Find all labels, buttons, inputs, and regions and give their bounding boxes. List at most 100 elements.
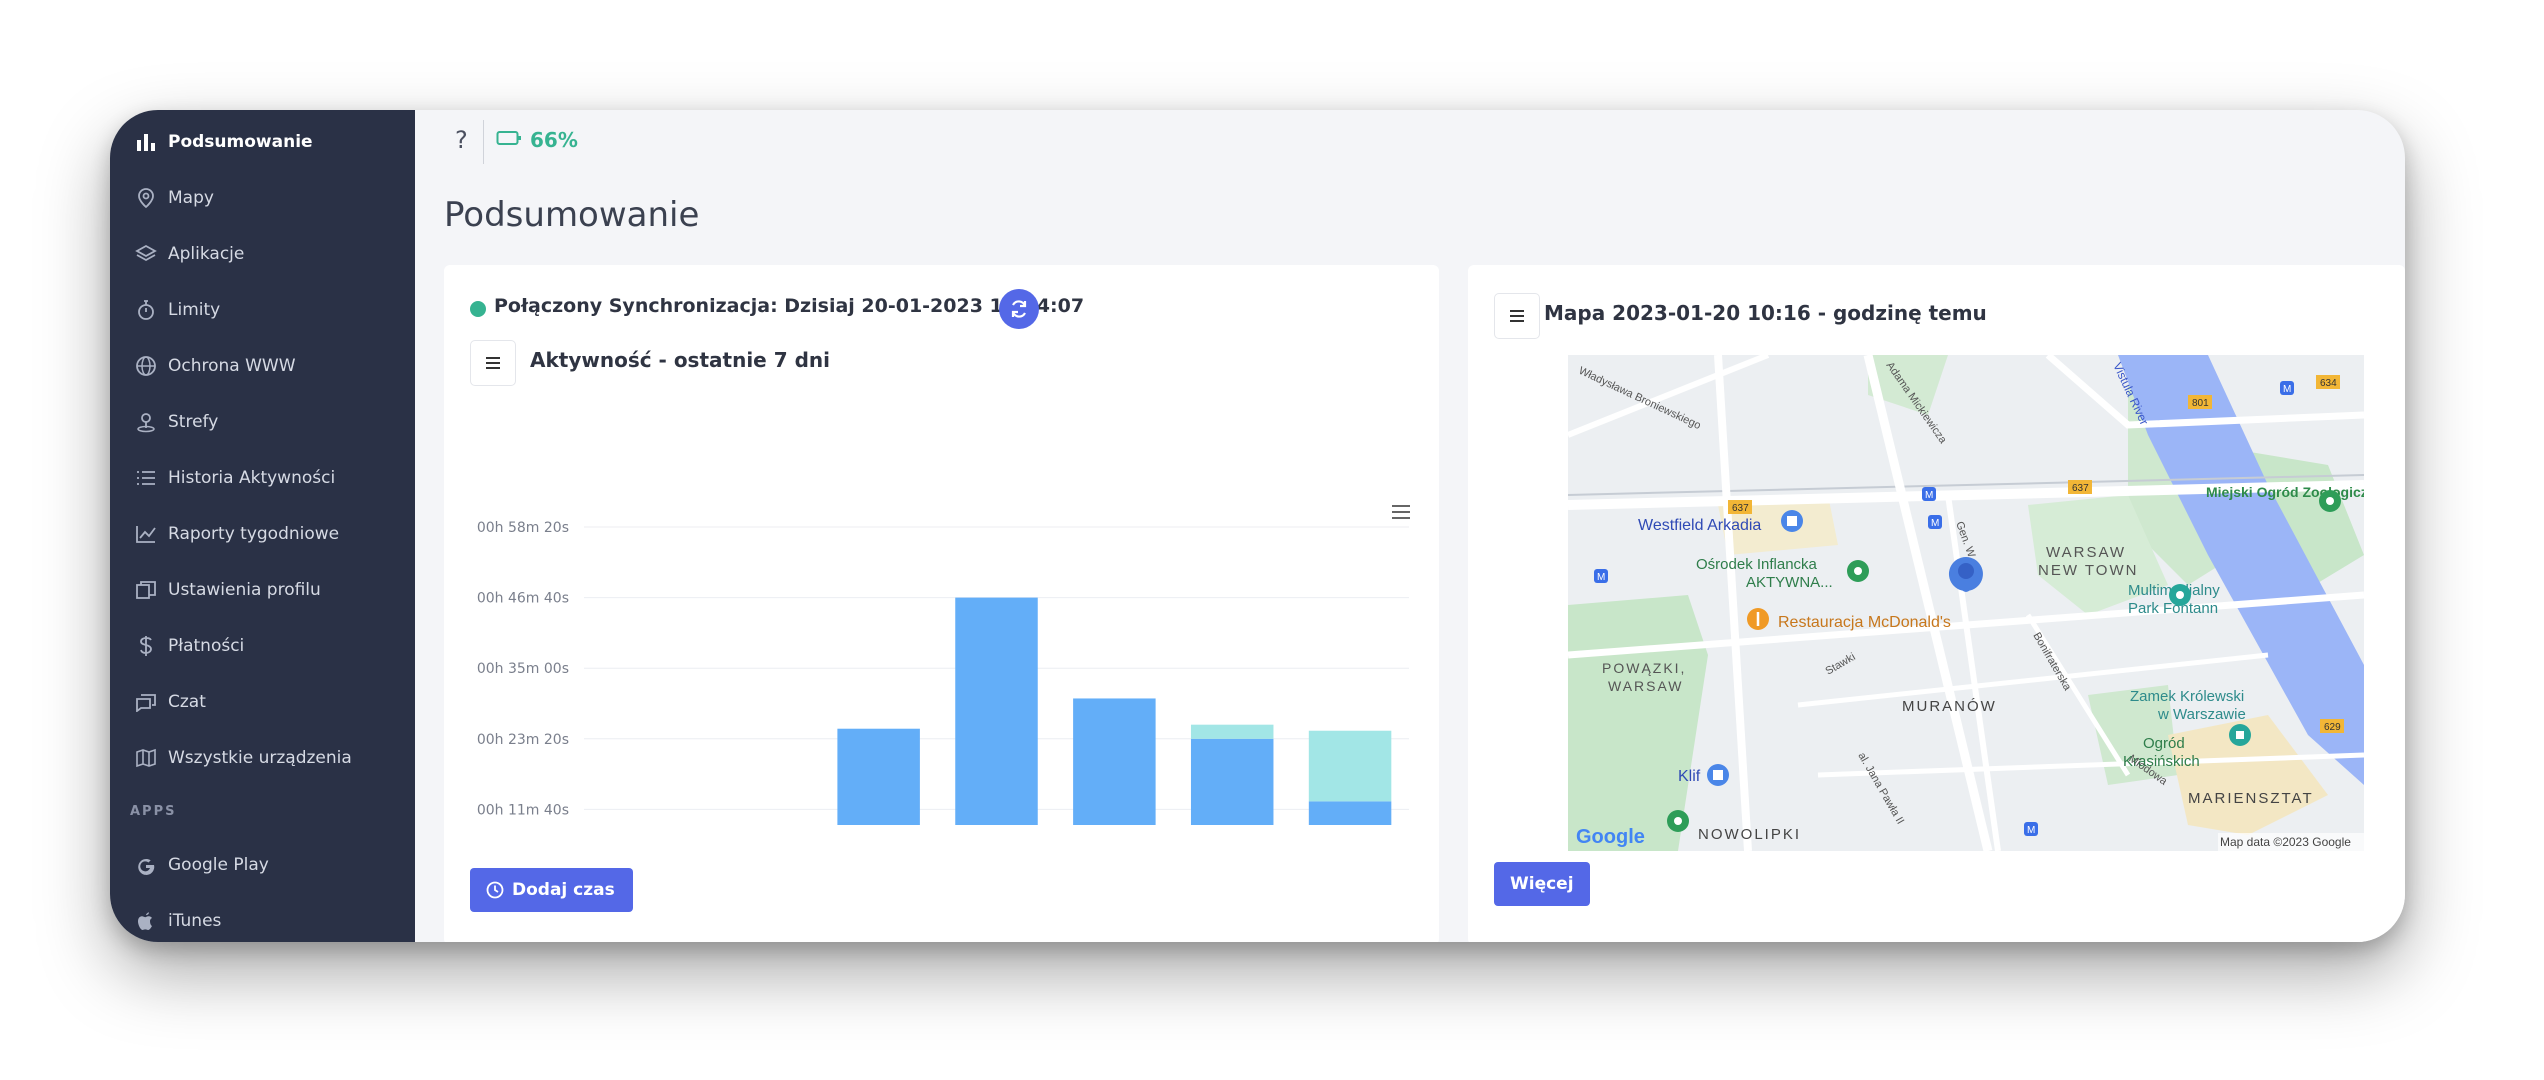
- map-poi-label: AKTYWNA...: [1746, 574, 1833, 591]
- globe-icon: [134, 354, 158, 378]
- metro-station-icon: M: [2280, 381, 2294, 395]
- topbar-divider: [483, 120, 484, 164]
- google-g-icon: [134, 853, 158, 877]
- sidebar-item-limity[interactable]: Limity: [110, 290, 415, 330]
- sidebar-item-label: Google Play: [168, 855, 269, 875]
- map-attribution: Map data ©2023 Google: [2220, 835, 2351, 849]
- sync-status-text: Połączony Synchronizacja: Dzisiaj 20-01-…: [494, 295, 1085, 317]
- help-button[interactable]: ?: [455, 126, 468, 154]
- app-window: Podsumowanie Mapy Aplikacje Limity Ochro…: [110, 110, 2405, 942]
- sidebar-item-strefy[interactable]: Strefy: [110, 402, 415, 442]
- zone-pin-icon: [134, 410, 158, 434]
- svg-text:M: M: [1925, 490, 1933, 501]
- location-pin-icon: [134, 186, 158, 210]
- road-shield: 634: [2316, 375, 2340, 389]
- map-poi-label: Restauracja McDonald's: [1778, 614, 1951, 631]
- map-district-label: NEW TOWN: [2038, 562, 2138, 579]
- landmark-pin-icon: [2229, 724, 2251, 746]
- svg-text:637: 637: [2072, 483, 2089, 494]
- chat-icon: [134, 690, 158, 714]
- chart-export-menu[interactable]: [1392, 505, 1410, 519]
- line-chart-icon: [134, 522, 158, 546]
- map-menu-button[interactable]: [1494, 293, 1540, 339]
- map-view[interactable]: Władysława Broniewskiego Adama Mickiewic…: [1568, 355, 2364, 851]
- map-poi-label: Ogród: [2143, 735, 2185, 752]
- sidebar-item-czat[interactable]: Czat: [110, 682, 415, 722]
- battery-percent: 66%: [530, 128, 578, 152]
- bar-pozostałe[interactable]: [1308, 801, 1392, 825]
- y-tick-label: 00h 11m 40s: [477, 802, 569, 818]
- bar-pozostałe[interactable]: [1190, 738, 1274, 825]
- bar-pozostałe[interactable]: [1073, 698, 1156, 825]
- metro-station-icon: M: [1928, 515, 1942, 529]
- sidebar-item-label: Raporty tygodniowe: [168, 524, 340, 544]
- add-time-label: Dodaj czas: [512, 880, 615, 900]
- refresh-icon: [1011, 300, 1027, 318]
- bar-nielimitowana[interactable]: [1308, 730, 1392, 802]
- svg-text:M: M: [2027, 825, 2035, 836]
- more-button[interactable]: Więcej: [1494, 862, 1590, 906]
- sidebar-item-label: Wszystkie urządzenia: [168, 748, 352, 768]
- map-poi-label: Zamek Królewski: [2130, 688, 2244, 705]
- svg-text:M: M: [2283, 384, 2291, 395]
- sidebar-item-platnosci[interactable]: Płatności: [110, 626, 415, 666]
- profile-settings-icon: [134, 578, 158, 602]
- sidebar-item-raporty-tygodniowe[interactable]: Raporty tygodniowe: [110, 514, 415, 554]
- bar-pozostałe[interactable]: [837, 728, 920, 825]
- svg-text:801: 801: [2192, 398, 2209, 409]
- sync-button[interactable]: [999, 289, 1039, 329]
- add-time-button[interactable]: Dodaj czas: [470, 868, 633, 912]
- sidebar-item-itunes[interactable]: iTunes: [110, 901, 415, 941]
- metro-station-icon: M: [1594, 569, 1608, 583]
- sidebar-item-aplikacje[interactable]: Aplikacje: [110, 234, 415, 274]
- sidebar-item-label: iTunes: [168, 911, 222, 931]
- battery-indicator: 66%: [496, 128, 578, 152]
- hamburger-icon: [1510, 310, 1524, 322]
- apple-icon: [134, 909, 158, 933]
- sidebar-item-label: Czat: [168, 692, 206, 712]
- y-tick-label: 00h 23m 20s: [477, 732, 569, 748]
- sidebar-item-historia-aktywnosci[interactable]: Historia Aktywności: [110, 458, 415, 498]
- sidebar-item-label: Limity: [168, 300, 221, 320]
- restaurant-pin-icon: [1747, 608, 1769, 630]
- bar-nielimitowana[interactable]: [1190, 724, 1274, 739]
- sidebar-item-wszystkie-urzadzenia[interactable]: Wszystkie urządzenia: [110, 738, 415, 778]
- sidebar-item-google-play[interactable]: Google Play: [110, 845, 415, 885]
- activity-chart: 00h 00m 00s00h 11m 40s00h 23m 20s00h 35m…: [477, 505, 1410, 825]
- sidebar-item-mapy[interactable]: Mapy: [110, 178, 415, 218]
- battery-icon: [496, 130, 522, 150]
- park-pin-icon: [1667, 810, 1689, 832]
- fountain-pin-icon: [2169, 584, 2191, 606]
- bar-chart-icon: [134, 130, 158, 154]
- sidebar-item-ochrona-www[interactable]: Ochrona WWW: [110, 346, 415, 386]
- map-poi-label: w Warszawie: [2157, 706, 2246, 723]
- activity-card: Połączony Synchronizacja: Dzisiaj 20-01-…: [444, 265, 1439, 942]
- map-poi-label: Klif: [1678, 768, 1701, 785]
- online-status-dot: [470, 301, 486, 317]
- map-district-label: WARSAW: [2046, 544, 2126, 561]
- road-shield: 637: [1728, 500, 1752, 514]
- chart-menu-icon: [1392, 505, 1410, 519]
- road-shield: 801: [2188, 395, 2212, 409]
- road-shield: 629: [2320, 719, 2344, 733]
- map-card: Mapa 2023-01-20 10:16 - godzinę temu Wła…: [1468, 265, 2405, 942]
- sidebar-item-label: Mapy: [168, 188, 214, 208]
- hamburger-icon: [486, 357, 500, 369]
- shopping-pin-icon: [1781, 510, 1803, 532]
- sidebar-item-label: Podsumowanie: [168, 132, 313, 152]
- svg-text:M: M: [1931, 518, 1939, 529]
- sidebar-item-podsumowanie[interactable]: Podsumowanie: [110, 122, 415, 162]
- shopping-pin-icon: [1707, 764, 1729, 786]
- map-district-label: POWĄZKI,: [1602, 660, 1686, 676]
- sidebar-item-ustawienia-profilu[interactable]: Ustawienia profilu: [110, 570, 415, 610]
- sidebar: Podsumowanie Mapy Aplikacje Limity Ochro…: [110, 110, 415, 942]
- bar-pozostałe[interactable]: [955, 597, 1038, 825]
- map-title: Mapa 2023-01-20 10:16 - godzinę temu: [1544, 301, 1987, 325]
- apps-section-heading: APPS: [130, 804, 177, 819]
- y-tick-label: 00h 35m 00s: [477, 661, 569, 677]
- dollar-icon: [134, 634, 158, 658]
- metro-station-icon: M: [1922, 487, 1936, 501]
- svg-text:634: 634: [2320, 378, 2337, 389]
- map-district-label: MURANÓW: [1902, 698, 1997, 715]
- map-poi-label: Westfield Arkadia: [1638, 517, 1761, 534]
